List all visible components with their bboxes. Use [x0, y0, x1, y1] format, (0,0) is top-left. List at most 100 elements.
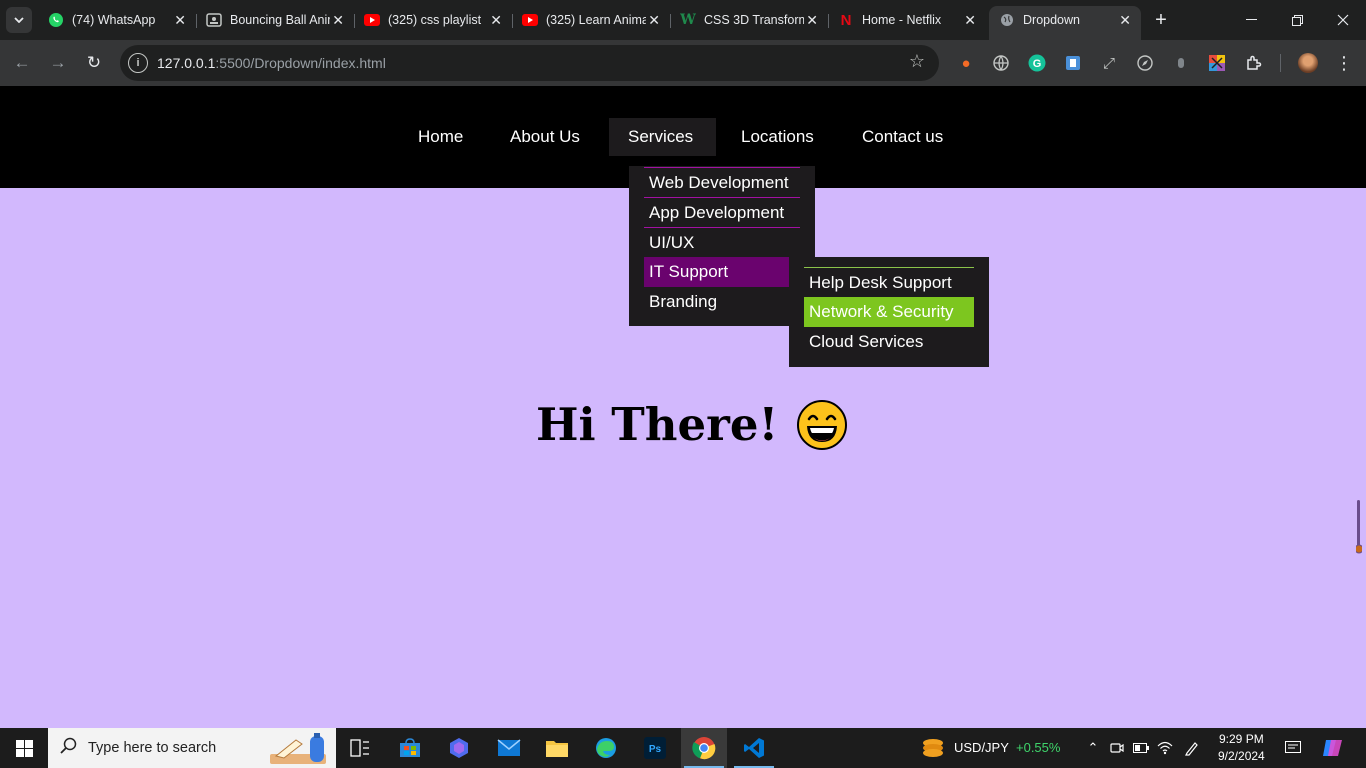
tab-title: Dropdown	[1023, 13, 1080, 27]
url-host: 127.0.0.1	[157, 55, 216, 71]
file-explorer-button[interactable]	[534, 728, 580, 768]
menu-item-web-development[interactable]: Web Development	[644, 167, 800, 197]
browser-tab[interactable]: (74) WhatsApp ✕	[40, 6, 197, 34]
minimize-button[interactable]	[1228, 0, 1274, 40]
microsoft-store-button[interactable]	[387, 728, 433, 768]
extension-globe-icon[interactable]	[991, 53, 1011, 73]
svg-text:Ps: Ps	[649, 744, 662, 755]
meet-now-icon[interactable]	[1109, 740, 1125, 756]
tab-title: (325) css playlist	[388, 13, 482, 27]
restore-button[interactable]	[1274, 0, 1320, 40]
search-highlight-illustration-icon	[270, 733, 326, 764]
edge-button[interactable]	[583, 728, 629, 768]
close-tab-icon[interactable]: ✕	[648, 12, 660, 28]
store-bag-icon	[400, 738, 420, 757]
back-button[interactable]: ←	[10, 51, 34, 75]
notification-icon[interactable]	[1285, 740, 1301, 756]
task-view-button[interactable]	[337, 728, 383, 768]
arrow-left-icon: ←	[13, 53, 31, 72]
bookmark-star-icon[interactable]: ☆	[909, 51, 925, 72]
menu-item-branding[interactable]: Branding	[644, 287, 800, 317]
extension-blue-icon[interactable]	[1063, 53, 1083, 73]
nav-home[interactable]: Home	[399, 118, 482, 156]
photoshop-button[interactable]: Ps	[632, 728, 678, 768]
extensions-puzzle-icon[interactable]	[1244, 53, 1264, 73]
nav-contact-us[interactable]: Contact us	[843, 118, 962, 156]
tab-title: (325) Learn Animation	[546, 13, 646, 27]
chrome-button[interactable]	[681, 728, 727, 768]
nav-services[interactable]: Services	[609, 118, 716, 156]
clock-time[interactable]: 9:29 PM	[1219, 732, 1264, 746]
tab-title: Home - Netflix	[862, 13, 942, 27]
taskbar-search-box[interactable]: Type here to search	[48, 728, 336, 768]
chevron-up-icon[interactable]: ⌃	[1085, 740, 1101, 756]
menu-item-app-development[interactable]: App Development	[644, 197, 800, 227]
browser-tab[interactable]: Bouncing Ball Animation ✕	[198, 6, 355, 34]
close-tab-icon[interactable]: ✕	[174, 12, 186, 28]
search-placeholder: Type here to search	[88, 740, 217, 756]
browser-tab[interactable]: N Home - Netflix ✕	[830, 6, 986, 34]
copilot-button[interactable]	[436, 728, 482, 768]
copilot-icon	[450, 738, 468, 758]
browser-tab[interactable]: (325) Learn Animation ✕	[514, 6, 671, 34]
profile-avatar[interactable]	[1298, 53, 1318, 73]
reload-button[interactable]: ↻	[82, 51, 106, 75]
submenu-item-cloud-services[interactable]: Cloud Services	[804, 327, 974, 357]
wifi-icon[interactable]	[1157, 740, 1173, 756]
close-tab-icon[interactable]: ✕	[806, 12, 818, 28]
clock-date[interactable]: 9/2/2024	[1218, 749, 1265, 763]
menu-dots-icon[interactable]: ⋮	[1334, 53, 1354, 73]
youtube-icon	[364, 12, 380, 28]
ticker-symbol[interactable]: USD/JPY	[954, 740, 1009, 755]
tab-search-button[interactable]	[6, 7, 32, 33]
grinning-face-icon	[797, 399, 848, 450]
browser-tab[interactable]: W CSS 3D Transforms ✕	[672, 6, 829, 34]
close-window-button[interactable]	[1320, 0, 1366, 40]
screen-capture-icon[interactable]: ⤢	[1099, 53, 1119, 73]
extension-fox-icon[interactable]: ●	[956, 53, 976, 73]
pen-icon[interactable]	[1184, 740, 1200, 756]
tab-separator	[196, 14, 197, 28]
reload-icon: ↻	[86, 53, 102, 72]
tab-separator	[354, 14, 355, 28]
menu-item-ui-ux[interactable]: UI/UX	[644, 227, 800, 257]
close-tab-icon[interactable]: ✕	[490, 12, 502, 28]
grammarly-icon[interactable]: G	[1027, 53, 1047, 73]
windows-taskbar: Type here to search Ps USD/JPY +0.55% ⌃	[0, 728, 1366, 768]
new-tab-button[interactable]: +	[1149, 8, 1173, 32]
site-info-icon[interactable]: i	[128, 53, 148, 73]
close-tab-icon[interactable]: ✕	[332, 12, 344, 28]
compass-icon[interactable]	[1135, 53, 1155, 73]
copilot-pre-icon[interactable]	[1322, 738, 1344, 758]
nav-about-us[interactable]: About Us	[491, 118, 599, 156]
browser-tab-active[interactable]: Dropdown ✕	[989, 6, 1141, 40]
minimize-icon	[1245, 19, 1257, 20]
address-bar[interactable]: i 127.0.0.1:5500/Dropdown/index.html ☆	[120, 45, 939, 81]
battery-icon[interactable]	[1133, 740, 1149, 756]
edge-icon	[596, 738, 616, 758]
extension-colorful-icon[interactable]	[1207, 53, 1227, 73]
browser-tab[interactable]: (325) css playlist ✕	[356, 6, 513, 34]
ticker-change[interactable]: +0.55%	[1016, 740, 1060, 755]
close-tab-icon[interactable]: ✕	[1119, 12, 1131, 28]
mail-icon	[497, 739, 521, 756]
windows-logo-icon	[15, 739, 33, 757]
submenu-item-network-security[interactable]: Network & Security	[804, 297, 974, 327]
menu-item-it-support[interactable]: IT Support	[644, 257, 804, 287]
forward-button[interactable]: →	[46, 51, 70, 75]
close-tab-icon[interactable]: ✕	[964, 12, 976, 28]
nav-locations[interactable]: Locations	[722, 118, 833, 156]
page-scrollbar-thumb[interactable]	[1356, 500, 1362, 555]
arrow-right-icon: →	[49, 53, 67, 72]
hero-text: Hi There!	[536, 398, 779, 451]
currency-coins-icon	[923, 739, 943, 757]
url-text[interactable]: 127.0.0.1:5500/Dropdown/index.html	[157, 55, 386, 71]
tab-separator	[828, 14, 829, 28]
extension-gray-icon[interactable]	[1171, 53, 1191, 73]
start-button[interactable]	[0, 728, 48, 768]
chrome-icon	[692, 737, 716, 760]
vscode-button[interactable]	[731, 728, 777, 768]
page-icon	[206, 12, 222, 28]
mail-button[interactable]	[486, 728, 532, 768]
submenu-item-help-desk-support[interactable]: Help Desk Support	[804, 267, 974, 297]
